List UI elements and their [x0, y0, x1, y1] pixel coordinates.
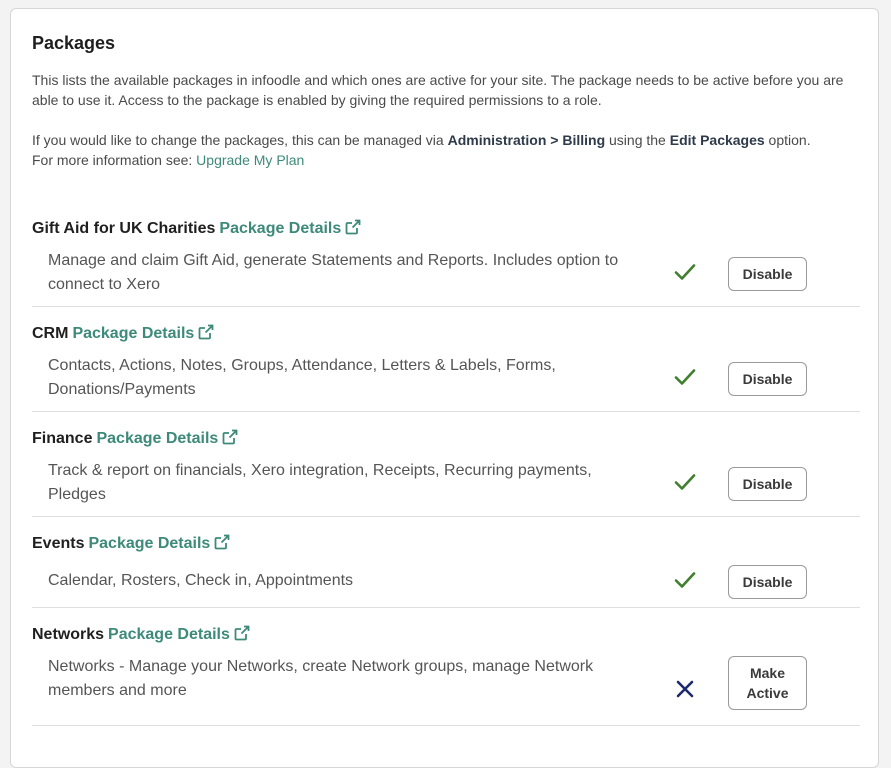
check-icon	[674, 474, 696, 490]
billing-paragraph: If you would like to change the packages…	[32, 132, 811, 148]
disable-button[interactable]: Disable	[728, 565, 807, 599]
package-name: Networks	[32, 626, 105, 643]
package-description: Calendar, Rosters, Check in, Appointment…	[48, 572, 354, 589]
package-name: Events	[32, 535, 85, 552]
billing-path: Administration > Billing	[447, 132, 606, 148]
package-name: Finance	[32, 430, 93, 447]
page-title: Packages	[32, 33, 116, 53]
check-icon	[674, 264, 696, 280]
package-description: Networks - Manage your Networks, create …	[48, 658, 594, 699]
package-name: CRM	[32, 325, 69, 342]
check-icon	[674, 369, 696, 385]
external-link-icon	[345, 219, 361, 235]
package-details-link[interactable]: Package Details	[108, 625, 250, 643]
more-info-paragraph: For more information see: Upgrade My Pla…	[32, 152, 305, 168]
divider	[32, 607, 860, 608]
package-description: Manage and claim Gift Aid, generate Stat…	[48, 252, 619, 293]
disable-button[interactable]: Disable	[728, 257, 807, 291]
package-details-link[interactable]: Package Details	[88, 534, 230, 552]
divider	[32, 306, 860, 307]
packages-panel: Packages This lists the available packag…	[10, 8, 879, 768]
intro-text: This lists the available packages in inf…	[32, 70, 862, 170]
cross-icon	[676, 680, 694, 698]
upgrade-my-plan-link[interactable]: Upgrade My Plan	[196, 152, 304, 168]
edit-packages-label: Edit Packages	[669, 132, 765, 148]
make-active-button[interactable]: Make Active	[728, 656, 807, 710]
divider	[32, 725, 860, 726]
external-link-icon	[222, 429, 238, 445]
package-description: Track & report on financials, Xero integ…	[48, 462, 592, 503]
divider	[32, 516, 860, 517]
package-details-link[interactable]: Package Details	[219, 219, 361, 237]
external-link-icon	[198, 324, 214, 340]
disable-button[interactable]: Disable	[728, 362, 807, 396]
check-icon	[674, 572, 696, 588]
package-description: Contacts, Actions, Notes, Groups, Attend…	[48, 357, 556, 398]
package-details-link[interactable]: Package Details	[72, 324, 214, 342]
package-name: Gift Aid for UK Charities	[32, 220, 216, 237]
intro-paragraph: This lists the available packages in inf…	[32, 72, 844, 108]
package-details-link[interactable]: Package Details	[96, 429, 238, 447]
divider	[32, 411, 860, 412]
external-link-icon	[214, 534, 230, 550]
disable-button[interactable]: Disable	[728, 467, 807, 501]
external-link-icon	[234, 625, 250, 641]
